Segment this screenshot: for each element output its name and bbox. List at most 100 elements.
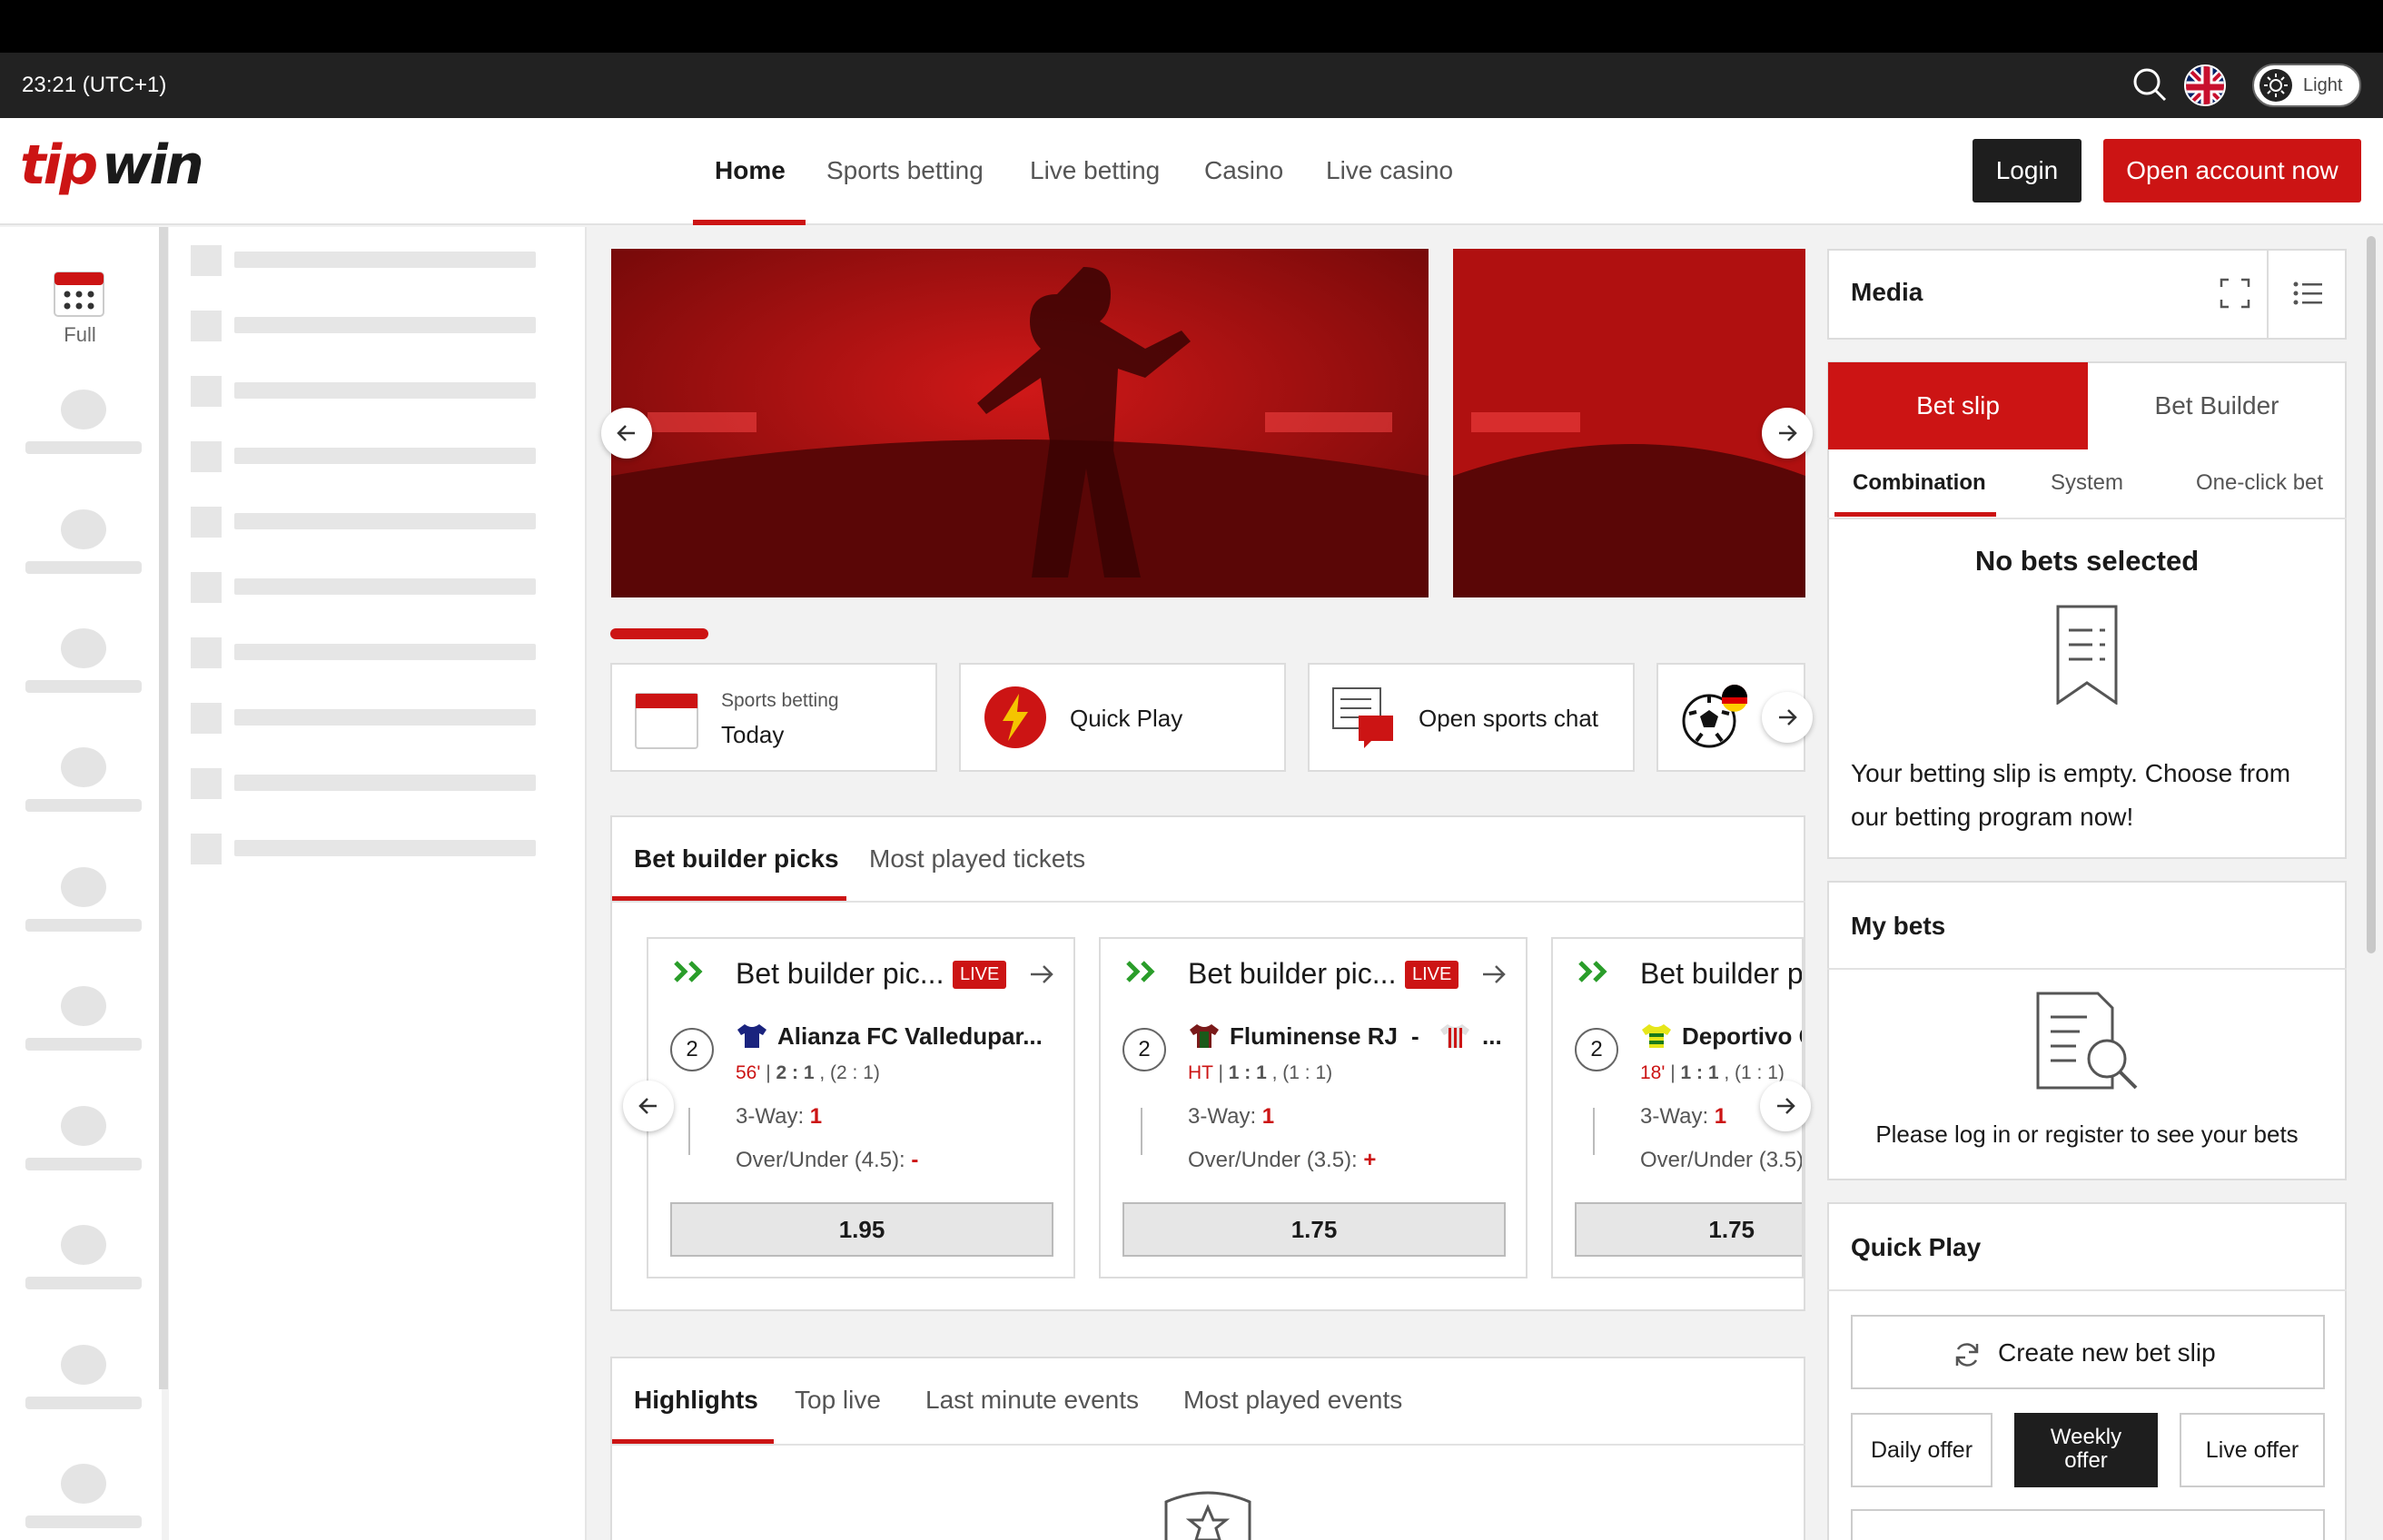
nav-home[interactable]: Home — [715, 118, 786, 225]
rail-scrollbar[interactable] — [159, 227, 168, 1389]
open-account-button[interactable]: Open account now — [2103, 139, 2361, 202]
tab-highlights[interactable]: Highlights — [634, 1386, 758, 1415]
picks-prev-arrow-icon[interactable] — [623, 1081, 674, 1131]
selection-connector — [688, 1108, 690, 1155]
card-arrow-icon[interactable] — [1480, 961, 1508, 992]
search-icon[interactable] — [2131, 66, 2168, 103]
my-bets-message: Please log in or register to see your be… — [1875, 1120, 2299, 1148]
svg-text:win: win — [102, 136, 202, 197]
tab-bet-builder[interactable]: Bet Builder — [2088, 362, 2346, 449]
create-bet-slip-label: Create new bet slip — [1998, 1338, 2216, 1367]
skeleton-square — [191, 507, 222, 538]
tab-one-click-bet[interactable]: One-click bet — [2196, 470, 2323, 496]
skeleton-icon — [61, 747, 106, 787]
sports-chat-card[interactable]: Open sports chat — [1308, 663, 1635, 772]
skeleton-icon — [61, 1464, 106, 1504]
team-shirt-icon — [1640, 1022, 1673, 1054]
skeleton-bar — [25, 919, 142, 932]
skeleton-icon — [61, 390, 106, 429]
quick-play-input[interactable] — [1851, 1509, 2325, 1540]
banner-prev-arrow-icon[interactable] — [601, 408, 652, 459]
nav-sports-betting[interactable]: Sports betting — [826, 118, 984, 225]
active-tab-indicator — [612, 1439, 774, 1444]
nav-casino[interactable]: Casino — [1204, 118, 1283, 225]
team-name: Fluminense RJ — [1230, 1022, 1398, 1050]
skeleton-bar — [25, 1397, 142, 1409]
live-badge: LIVE — [953, 961, 1007, 989]
team-shirt-icon — [1188, 1022, 1221, 1054]
carousel-indicator[interactable] — [610, 628, 708, 639]
match-score: 2 : 1 — [776, 1062, 815, 1083]
tab-system[interactable]: System — [2051, 470, 2123, 496]
market-value: - — [911, 1148, 919, 1172]
skeleton-bar — [25, 561, 142, 574]
tab-bet-slip[interactable]: Bet slip — [1828, 362, 2088, 449]
tipwin-logo[interactable]: tip win — [20, 133, 204, 200]
away-team-truncated: ... — [1482, 1022, 1502, 1050]
market-label: 3-Way: — [1188, 1104, 1257, 1129]
create-bet-slip-button[interactable]: Create new bet slip — [1851, 1315, 2325, 1389]
skeleton-square — [191, 703, 222, 734]
market-value: + — [1363, 1148, 1377, 1172]
picks-next-arrow-icon[interactable] — [1760, 1081, 1811, 1131]
sports-menu-loading — [169, 227, 587, 1540]
nav-live-betting[interactable]: Live betting — [1030, 118, 1160, 225]
odds-button[interactable]: 1.75 — [1122, 1202, 1506, 1257]
theme-label: Light — [2303, 75, 2343, 95]
tab-last-minute-events[interactable]: Last minute events — [925, 1386, 1139, 1415]
list-icon[interactable] — [2292, 280, 2323, 311]
today-label: Today — [721, 721, 785, 748]
nav-live-casino[interactable]: Live casino — [1326, 118, 1453, 225]
skeleton-icon — [61, 986, 106, 1026]
market-value: 1 — [1261, 1104, 1275, 1129]
daily-offer-button[interactable]: Daily offer — [1851, 1413, 1992, 1487]
promo-banner[interactable] — [611, 249, 1429, 597]
skeleton-icon — [61, 509, 106, 549]
calendar-icon[interactable] — [53, 267, 105, 318]
tab-most-played-events[interactable]: Most played events — [1183, 1386, 1402, 1415]
skeleton-line — [234, 775, 536, 791]
odds-button[interactable]: 1.75 — [1575, 1202, 1802, 1257]
slip-type-indicator — [1834, 512, 1996, 517]
bet-builder-card[interactable]: Bet builder pic... LIVE 2 Alianza FC Val… — [647, 937, 1075, 1278]
card-arrow-icon[interactable] — [1028, 961, 1055, 992]
match-minute: HT — [1188, 1062, 1213, 1083]
tab-most-played-tickets[interactable]: Most played tickets — [869, 844, 1085, 874]
uk-flag-icon[interactable] — [2184, 64, 2226, 106]
bet-builder-card[interactable]: Bet builder pic... LIVE 2 Fluminense RJ … — [1099, 937, 1528, 1278]
market-label: Over/Under (4.5): — [736, 1148, 905, 1172]
skeleton-bar — [25, 1515, 142, 1528]
full-label: Full — [64, 323, 96, 346]
soccer-ball-icon — [1682, 677, 1747, 755]
quick-links-next-arrow-icon[interactable] — [1762, 692, 1813, 743]
media-title: Media — [1851, 278, 1923, 306]
live-offer-button[interactable]: Live offer — [2180, 1413, 2325, 1487]
banner-next-arrow-icon[interactable] — [1762, 408, 1813, 459]
sports-today-card[interactable]: Sports betting Today — [610, 663, 937, 772]
skeleton-line — [234, 840, 536, 856]
clock-text: 23:21 (UTC+1) — [22, 73, 167, 97]
team-separator: - — [1411, 1022, 1419, 1050]
skeleton-bar — [25, 680, 142, 693]
quick-play-label: Quick Play — [1070, 705, 1183, 732]
login-button[interactable]: Login — [1973, 139, 2081, 202]
page-scrollbar[interactable] — [2367, 236, 2376, 953]
team-shirt-icon — [736, 1022, 768, 1054]
quick-play-divider — [1827, 1289, 2347, 1291]
svg-text:tip: tip — [20, 136, 96, 197]
odds-button[interactable]: 1.95 — [670, 1202, 1053, 1257]
expand-icon[interactable] — [2220, 278, 2250, 313]
slip-type-divider — [1827, 518, 2347, 519]
promo-banner-next[interactable] — [1453, 249, 1805, 597]
half-score: , (1 : 1) — [1724, 1062, 1785, 1083]
skeleton-square — [191, 245, 222, 276]
skeleton-square — [191, 376, 222, 407]
theme-toggle[interactable]: Light — [2252, 64, 2361, 107]
selection-connector — [1141, 1108, 1142, 1155]
tab-bet-builder-picks[interactable]: Bet builder picks — [634, 844, 839, 874]
match-score: 1 : 1 — [1228, 1062, 1267, 1083]
quick-play-card[interactable]: Quick Play — [959, 663, 1286, 772]
weekly-offer-button[interactable]: Weekly offer — [2014, 1413, 2158, 1487]
tab-combination[interactable]: Combination — [1853, 470, 1986, 496]
tab-top-live[interactable]: Top live — [795, 1386, 881, 1415]
